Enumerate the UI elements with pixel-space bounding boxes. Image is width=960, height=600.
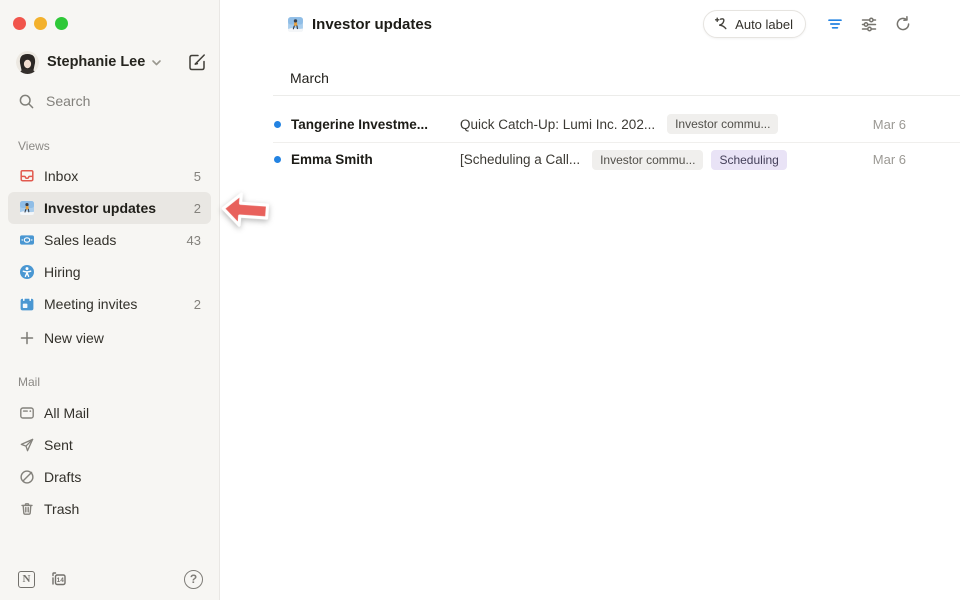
auto-label-text: Auto label — [735, 17, 793, 32]
unread-count-badge: 5 — [194, 169, 201, 184]
sidebar-item-sales-leads[interactable]: Sales leads 43 — [8, 224, 211, 256]
trash-icon — [18, 501, 35, 517]
sidebar-item-label: All Mail — [44, 405, 89, 421]
sidebar-item-trash[interactable]: Trash — [8, 493, 211, 525]
email-date: Mar 6 — [873, 152, 906, 167]
sidebar-item-label: Sales leads — [44, 232, 116, 248]
date-group-header: March — [290, 70, 329, 86]
label-tag[interactable]: Scheduling — [711, 150, 786, 170]
window-controls — [13, 17, 68, 30]
paper-plane-icon — [18, 437, 35, 453]
sidebar-item-investor-updates[interactable]: Investor updates 2 — [8, 192, 211, 224]
search-icon — [18, 93, 35, 110]
filter-lines-icon[interactable] — [824, 13, 846, 35]
new-view-container: New view — [8, 322, 211, 354]
sidebar-item-label: Trash — [44, 501, 79, 517]
account-switcher[interactable]: Stephanie Lee — [16, 49, 207, 75]
refresh-icon[interactable] — [892, 13, 914, 35]
email-row[interactable]: Emma Smith [Scheduling a Call... Investo… — [273, 142, 960, 176]
snowboarder-emoji-icon — [18, 200, 35, 216]
new-view-button[interactable]: New view — [8, 322, 211, 354]
banknote-icon — [18, 232, 35, 248]
unread-dot — [274, 156, 281, 163]
svg-text:14: 14 — [57, 577, 65, 584]
sidebar-item-label: Hiring — [44, 264, 81, 280]
new-view-label: New view — [44, 330, 104, 346]
minimize-window-button[interactable] — [34, 17, 47, 30]
sidebar-item-label: Investor updates — [44, 200, 156, 216]
views-list: Inbox 5 Investor updates 2 Sales leads 4… — [8, 160, 211, 320]
views-section-label: Views — [18, 139, 50, 153]
unread-count-badge: 43 — [187, 233, 201, 248]
toolbar: Auto label — [703, 10, 914, 38]
notion-app-icon[interactable]: N — [18, 571, 35, 588]
auto-label-button[interactable]: Auto label — [703, 10, 806, 38]
email-sender: Emma Smith — [291, 152, 449, 167]
view-emoji-icon — [287, 16, 304, 33]
mail-section-label: Mail — [18, 375, 40, 389]
compose-icon[interactable] — [187, 52, 207, 72]
label-tag[interactable]: Investor commu... — [592, 150, 703, 170]
sidebar-item-inbox[interactable]: Inbox 5 — [8, 160, 211, 192]
sidebar: Stephanie Lee Search Views Inbox 5 Inves… — [0, 0, 220, 600]
main-header: Investor updates Auto label — [220, 10, 960, 38]
view-title-group: Investor updates — [287, 10, 432, 38]
mail-list-panel: Investor updates Auto label March Tange — [220, 0, 960, 600]
calendar-app-icon[interactable]: 14 — [50, 570, 68, 588]
display-settings-icon[interactable] — [858, 13, 880, 35]
unread-count-badge: 2 — [194, 297, 201, 312]
envelope-icon — [18, 405, 35, 421]
zoom-window-button[interactable] — [55, 17, 68, 30]
sidebar-footer: N 14 ? — [18, 568, 203, 590]
red-arrow-pointer — [217, 187, 272, 238]
auto-label-wand-icon — [713, 16, 729, 32]
avatar — [16, 51, 39, 74]
pencil-circle-icon — [18, 469, 35, 485]
chevron-down-icon — [151, 57, 162, 68]
plus-icon — [18, 330, 35, 346]
email-sender: Tangerine Investme... — [291, 117, 449, 132]
sidebar-item-label: Sent — [44, 437, 73, 453]
email-subject: Quick Catch-Up: Lumi Inc. 202... — [460, 117, 655, 132]
sidebar-item-label: Inbox — [44, 168, 78, 184]
sidebar-item-meeting-invites[interactable]: Meeting invites 2 — [8, 288, 211, 320]
unread-count-badge: 2 — [194, 201, 201, 216]
unread-dot — [274, 121, 281, 128]
sidebar-item-sent[interactable]: Sent — [8, 429, 211, 461]
email-tags: Investor commu... Scheduling — [592, 150, 787, 170]
help-icon[interactable]: ? — [184, 570, 203, 589]
page-title: Investor updates — [312, 16, 432, 33]
mail-list: All Mail Sent Drafts Trash — [8, 397, 211, 525]
close-window-button[interactable] — [13, 17, 26, 30]
sidebar-item-drafts[interactable]: Drafts — [8, 461, 211, 493]
divider — [273, 95, 960, 96]
profile-name: Stephanie Lee — [47, 54, 145, 70]
sidebar-item-hiring[interactable]: Hiring — [8, 256, 211, 288]
label-tag[interactable]: Investor commu... — [667, 114, 778, 134]
person-circle-icon — [18, 264, 35, 280]
email-subject: [Scheduling a Call... — [460, 152, 580, 167]
email-tags: Investor commu... — [667, 114, 778, 134]
inbox-tray-icon — [18, 168, 35, 184]
sidebar-item-label: Meeting invites — [44, 296, 137, 312]
email-date: Mar 6 — [873, 117, 906, 132]
calendar-icon — [18, 296, 35, 312]
sidebar-item-all-mail[interactable]: All Mail — [8, 397, 211, 429]
sidebar-item-label: Drafts — [44, 469, 81, 485]
email-row[interactable]: Tangerine Investme... Quick Catch-Up: Lu… — [273, 107, 960, 141]
search-input[interactable]: Search — [18, 90, 207, 112]
search-placeholder: Search — [46, 93, 90, 109]
